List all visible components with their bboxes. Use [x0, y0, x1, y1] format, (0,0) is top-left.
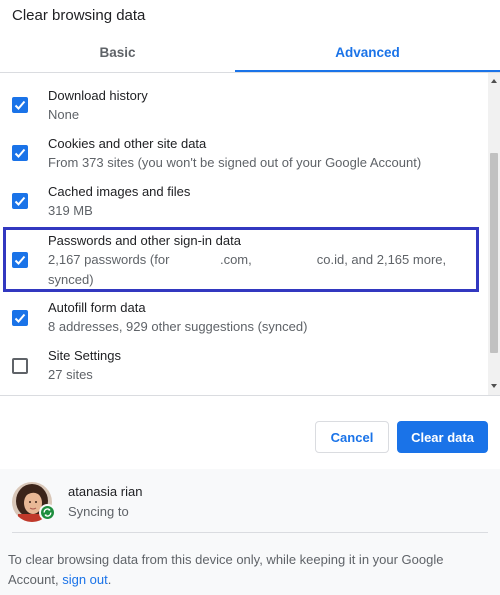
clipped-previous-row: - - - - - - - - - - - - - - - - - - - - — [48, 73, 203, 79]
tab-basic[interactable]: Basic — [0, 45, 235, 60]
account-name: atanasia rian — [68, 484, 143, 499]
account-footer: atanasia rian Syncing to To clear browsi… — [0, 469, 500, 595]
cached-images-checkbox[interactable] — [12, 193, 28, 209]
download-history-checkbox[interactable] — [12, 97, 28, 113]
item-subtitle: 8 addresses, 929 other suggestions (sync… — [48, 319, 308, 334]
sync-icon — [43, 508, 52, 517]
checkmark-icon — [14, 313, 26, 323]
item-subtitle: From 373 sites (you won't be signed out … — [48, 155, 422, 170]
site-settings-checkbox[interactable] — [12, 358, 28, 374]
scroll-thumb[interactable] — [490, 153, 498, 353]
scroll-up-arrow-icon[interactable] — [491, 79, 497, 83]
clear-data-button[interactable]: Clear data — [397, 421, 488, 453]
item-title: Download history — [48, 88, 148, 103]
cancel-button[interactable]: Cancel — [315, 421, 389, 453]
item-subtitle: None — [48, 107, 80, 122]
item-title: Cached images and files — [48, 184, 191, 199]
item-title: Site Settings — [48, 348, 121, 363]
checkmark-icon — [14, 196, 26, 206]
sync-status: Syncing to — [68, 504, 129, 519]
data-type-list: - - - - - - - - - - - - - - - - - - - - … — [0, 73, 488, 395]
sync-badge — [39, 504, 56, 521]
checkmark-icon — [14, 148, 26, 158]
cookies-checkbox[interactable] — [12, 145, 28, 161]
buttons-divider — [0, 395, 500, 396]
autofill-checkbox[interactable] — [12, 310, 28, 326]
sign-out-link[interactable]: sign out — [62, 572, 108, 587]
footer-note-suffix: . — [107, 572, 112, 587]
tab-advanced[interactable]: Advanced — [235, 45, 500, 60]
item-title: Cookies and other site data — [48, 136, 207, 151]
item-subtitle: 27 sites — [48, 367, 93, 382]
item-title: Autofill form data — [48, 300, 146, 315]
item-subtitle: 319 MB — [48, 203, 93, 218]
scroll-down-arrow-icon[interactable] — [491, 384, 497, 388]
list-scrollbar[interactable] — [488, 73, 500, 395]
footer-divider — [12, 532, 488, 533]
dialog-title: Clear browsing data — [12, 7, 146, 24]
footer-note: To clear browsing data from this device … — [8, 550, 468, 590]
highlight-box — [3, 227, 479, 292]
checkmark-icon — [14, 100, 26, 110]
